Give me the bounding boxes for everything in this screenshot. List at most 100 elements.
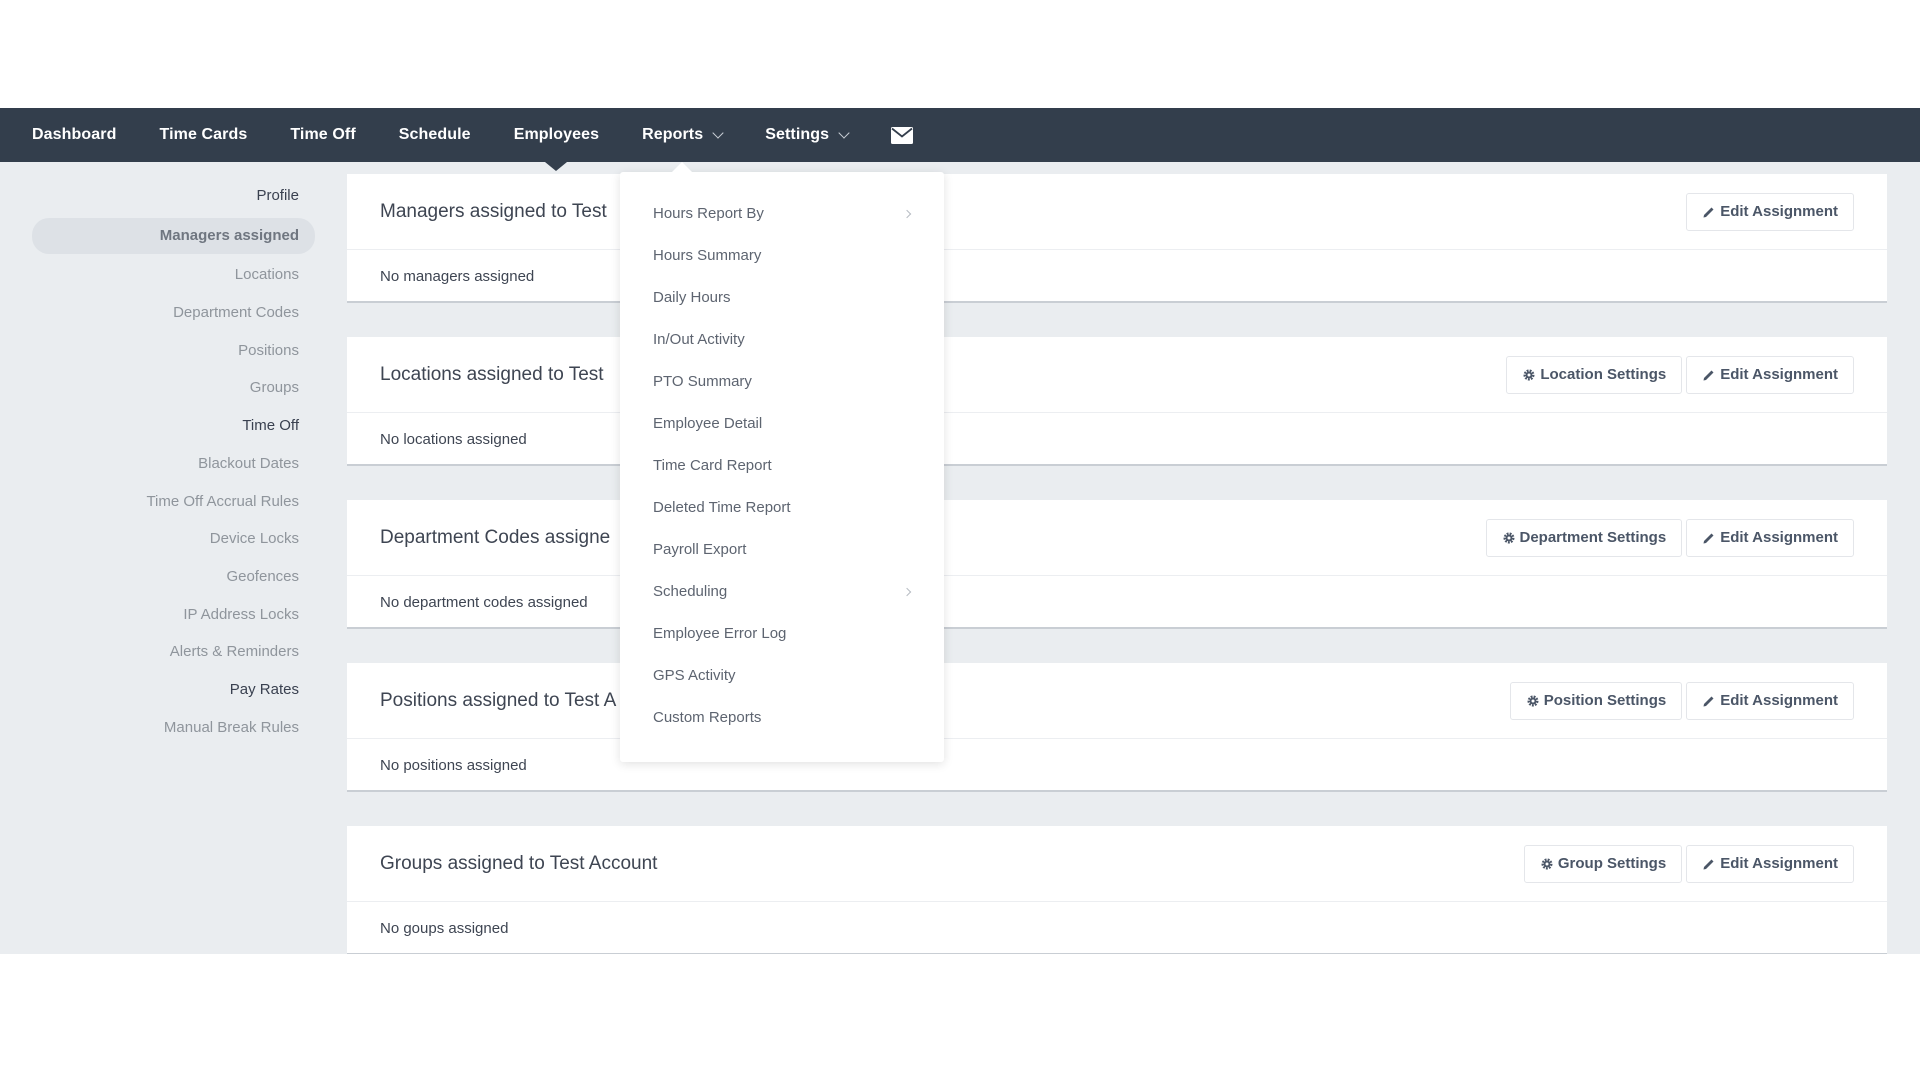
- sidebar-item-managers-assigned[interactable]: Managers assigned: [32, 217, 315, 254]
- sidebar: Profile Managers assigned Locations Depa…: [0, 180, 315, 749]
- nav-reports[interactable]: Reports: [642, 108, 724, 162]
- menu-item-custom-reports[interactable]: Custom Reports: [620, 697, 944, 739]
- locations-panel: Locations assigned to Test Location Sett…: [347, 337, 1887, 466]
- group-settings-button[interactable]: Group Settings: [1523, 844, 1683, 883]
- sidebar-item-pay-rates[interactable]: Pay Rates: [32, 674, 315, 706]
- edit-assignment-label: Edit Assignment: [1720, 855, 1838, 872]
- sidebar-item-alerts-reminders[interactable]: Alerts & Reminders: [32, 636, 315, 668]
- envelope-icon: [891, 126, 914, 144]
- edit-assignment-button[interactable]: Edit Assignment: [1686, 192, 1854, 231]
- menu-item-employee-error-log[interactable]: Employee Error Log: [620, 613, 944, 655]
- menu-item-label: PTO Summary: [653, 373, 752, 390]
- sidebar-item-time-off[interactable]: Time Off: [32, 410, 315, 442]
- department-codes-panel: Department Codes assigne Department Sett…: [347, 500, 1887, 629]
- top-nav: Dashboard Time Cards Time Off Schedule E…: [0, 108, 1920, 171]
- nav-time-cards[interactable]: Time Cards: [159, 108, 247, 162]
- nav-time-cards-label: Time Cards: [159, 126, 248, 143]
- sidebar-item-device-locks[interactable]: Device Locks: [32, 523, 315, 555]
- pencil-icon: [1703, 533, 1714, 543]
- sidebar-item-locations[interactable]: Locations: [32, 259, 315, 291]
- menu-item-deleted-time-report[interactable]: Deleted Time Report: [620, 487, 944, 529]
- edit-assignment-button[interactable]: Edit Assignment: [1686, 355, 1854, 394]
- nav-time-off[interactable]: Time Off: [290, 108, 355, 162]
- menu-item-label: Employee Error Log: [653, 625, 787, 642]
- menu-item-daily-hours[interactable]: Daily Hours: [620, 277, 944, 319]
- nav-dashboard-label: Dashboard: [32, 126, 117, 143]
- empty-state-text: No department codes assigned: [380, 593, 588, 611]
- empty-state-text: No locations assigned: [380, 430, 527, 448]
- edit-assignment-label: Edit Assignment: [1720, 529, 1838, 546]
- menu-item-label: Time Card Report: [653, 457, 772, 474]
- position-settings-button[interactable]: Position Settings: [1509, 681, 1683, 720]
- edit-assignment-label: Edit Assignment: [1720, 366, 1838, 383]
- sidebar-item-manual-break-rules[interactable]: Manual Break Rules: [32, 712, 315, 744]
- menu-item-employee-detail[interactable]: Employee Detail: [620, 403, 944, 445]
- nav-employees-label: Employees: [513, 126, 600, 143]
- location-settings-button[interactable]: Location Settings: [1506, 355, 1683, 394]
- edit-assignment-button[interactable]: Edit Assignment: [1686, 681, 1854, 720]
- panel-header: Department Codes assigne Department Sett…: [347, 500, 1887, 576]
- chevron-right-icon: [902, 209, 912, 219]
- managers-panel: Managers assigned to Test Edit Assignmen…: [347, 174, 1887, 303]
- edit-assignment-button[interactable]: Edit Assignment: [1686, 844, 1854, 883]
- pencil-icon: [1703, 370, 1714, 380]
- menu-item-scheduling[interactable]: Scheduling: [620, 571, 944, 613]
- panel-header: Managers assigned to Test Edit Assignmen…: [347, 174, 1887, 250]
- menu-item-pto-summary[interactable]: PTO Summary: [620, 361, 944, 403]
- app-window: Dashboard Time Cards Time Off Schedule E…: [0, 108, 1920, 954]
- nav-reports-label: Reports: [642, 126, 704, 143]
- nav-schedule[interactable]: Schedule: [399, 108, 471, 162]
- menu-item-time-card-report[interactable]: Time Card Report: [620, 445, 944, 487]
- nav-time-off-label: Time Off: [290, 126, 356, 143]
- chevron-down-icon: [712, 126, 724, 139]
- pencil-icon: [1703, 207, 1714, 217]
- sidebar-item-profile[interactable]: Profile: [32, 180, 315, 212]
- sidebar-item-positions[interactable]: Positions: [32, 335, 315, 367]
- nav-settings[interactable]: Settings: [765, 108, 850, 162]
- menu-item-in-out-activity[interactable]: In/Out Activity: [620, 319, 944, 361]
- sidebar-item-time-off-accrual-rules[interactable]: Time Off Accrual Rules: [32, 486, 315, 518]
- menu-item-payroll-export[interactable]: Payroll Export: [620, 529, 944, 571]
- menu-item-label: Hours Report By: [653, 205, 764, 222]
- nav-dashboard[interactable]: Dashboard: [32, 108, 116, 162]
- sidebar-item-blackout-dates[interactable]: Blackout Dates: [32, 448, 315, 480]
- edit-assignment-label: Edit Assignment: [1720, 692, 1838, 709]
- sidebar-item-geofences[interactable]: Geofences: [32, 561, 315, 593]
- positions-panel: Positions assigned to Test A Position Se…: [347, 663, 1887, 792]
- menu-item-label: Hours Summary: [653, 247, 762, 264]
- position-settings-label: Position Settings: [1543, 692, 1667, 709]
- location-settings-label: Location Settings: [1540, 366, 1667, 383]
- sidebar-item-groups[interactable]: Groups: [32, 372, 315, 404]
- department-settings-button[interactable]: Department Settings: [1485, 518, 1683, 557]
- gear-icon: [1541, 858, 1553, 869]
- pencil-icon: [1703, 859, 1714, 869]
- department-settings-label: Department Settings: [1519, 529, 1667, 546]
- panel-title: Managers assigned to Test: [380, 200, 607, 222]
- menu-item-label: Deleted Time Report: [653, 499, 791, 516]
- pencil-icon: [1703, 696, 1714, 706]
- menu-item-label: Employee Detail: [653, 415, 763, 432]
- sidebar-item-ip-address-locks[interactable]: IP Address Locks: [32, 599, 315, 631]
- panel-header: Groups assigned to Test Account Group Se…: [347, 826, 1887, 902]
- panel-header: Locations assigned to Test Location Sett…: [347, 337, 1887, 413]
- menu-item-gps-activity[interactable]: GPS Activity: [620, 655, 944, 697]
- menu-item-hours-report-by[interactable]: Hours Report By: [620, 193, 944, 235]
- group-settings-label: Group Settings: [1557, 855, 1667, 872]
- sidebar-item-department-codes[interactable]: Department Codes: [32, 297, 315, 329]
- nav-employees[interactable]: Employees: [513, 108, 600, 171]
- menu-item-label: Custom Reports: [653, 709, 762, 726]
- dropdown-caret: [672, 162, 692, 172]
- chevron-down-icon: [838, 126, 850, 139]
- menu-item-label: GPS Activity: [653, 667, 736, 684]
- empty-state-text: No goups assigned: [380, 919, 509, 937]
- menu-item-label: Scheduling: [653, 583, 728, 600]
- chevron-right-icon: [902, 587, 912, 597]
- nav-schedule-label: Schedule: [398, 126, 471, 143]
- menu-item-label: Daily Hours: [653, 289, 731, 306]
- panel-title: Positions assigned to Test A: [380, 689, 617, 711]
- gear-icon: [1527, 695, 1539, 706]
- menu-item-hours-summary[interactable]: Hours Summary: [620, 235, 944, 277]
- nav-messages[interactable]: [891, 108, 914, 162]
- edit-assignment-button[interactable]: Edit Assignment: [1686, 518, 1854, 557]
- gear-icon: [1523, 369, 1535, 380]
